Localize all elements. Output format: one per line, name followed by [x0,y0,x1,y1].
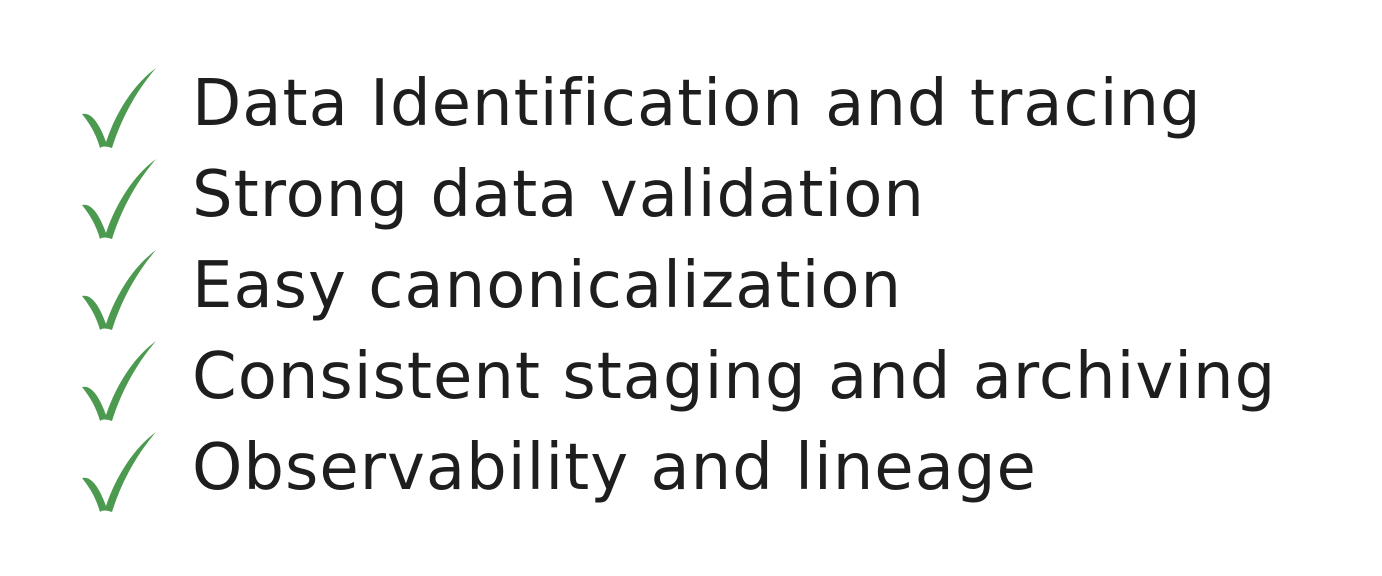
checklist-item: Observability and lineage [78,426,1358,517]
feature-checklist: Data Identification and tracing Strong d… [78,62,1358,517]
check-icon [78,155,160,243]
checklist-item: Data Identification and tracing [78,62,1358,153]
checklist-item-label: Data Identification and tracing [192,66,1202,141]
check-icon [78,428,160,516]
checklist-item-label: Easy canonicalization [192,248,903,323]
checklist-item-label: Observability and lineage [192,430,1037,505]
check-icon [78,337,160,425]
check-icon [78,246,160,334]
checklist-item: Consistent staging and archiving [78,335,1358,426]
checklist-item: Easy canonicalization [78,244,1358,335]
check-icon [78,64,160,152]
checklist-item: Strong data validation [78,153,1358,244]
checklist-item-label: Consistent staging and archiving [192,339,1277,414]
checklist-item-label: Strong data validation [192,157,925,232]
